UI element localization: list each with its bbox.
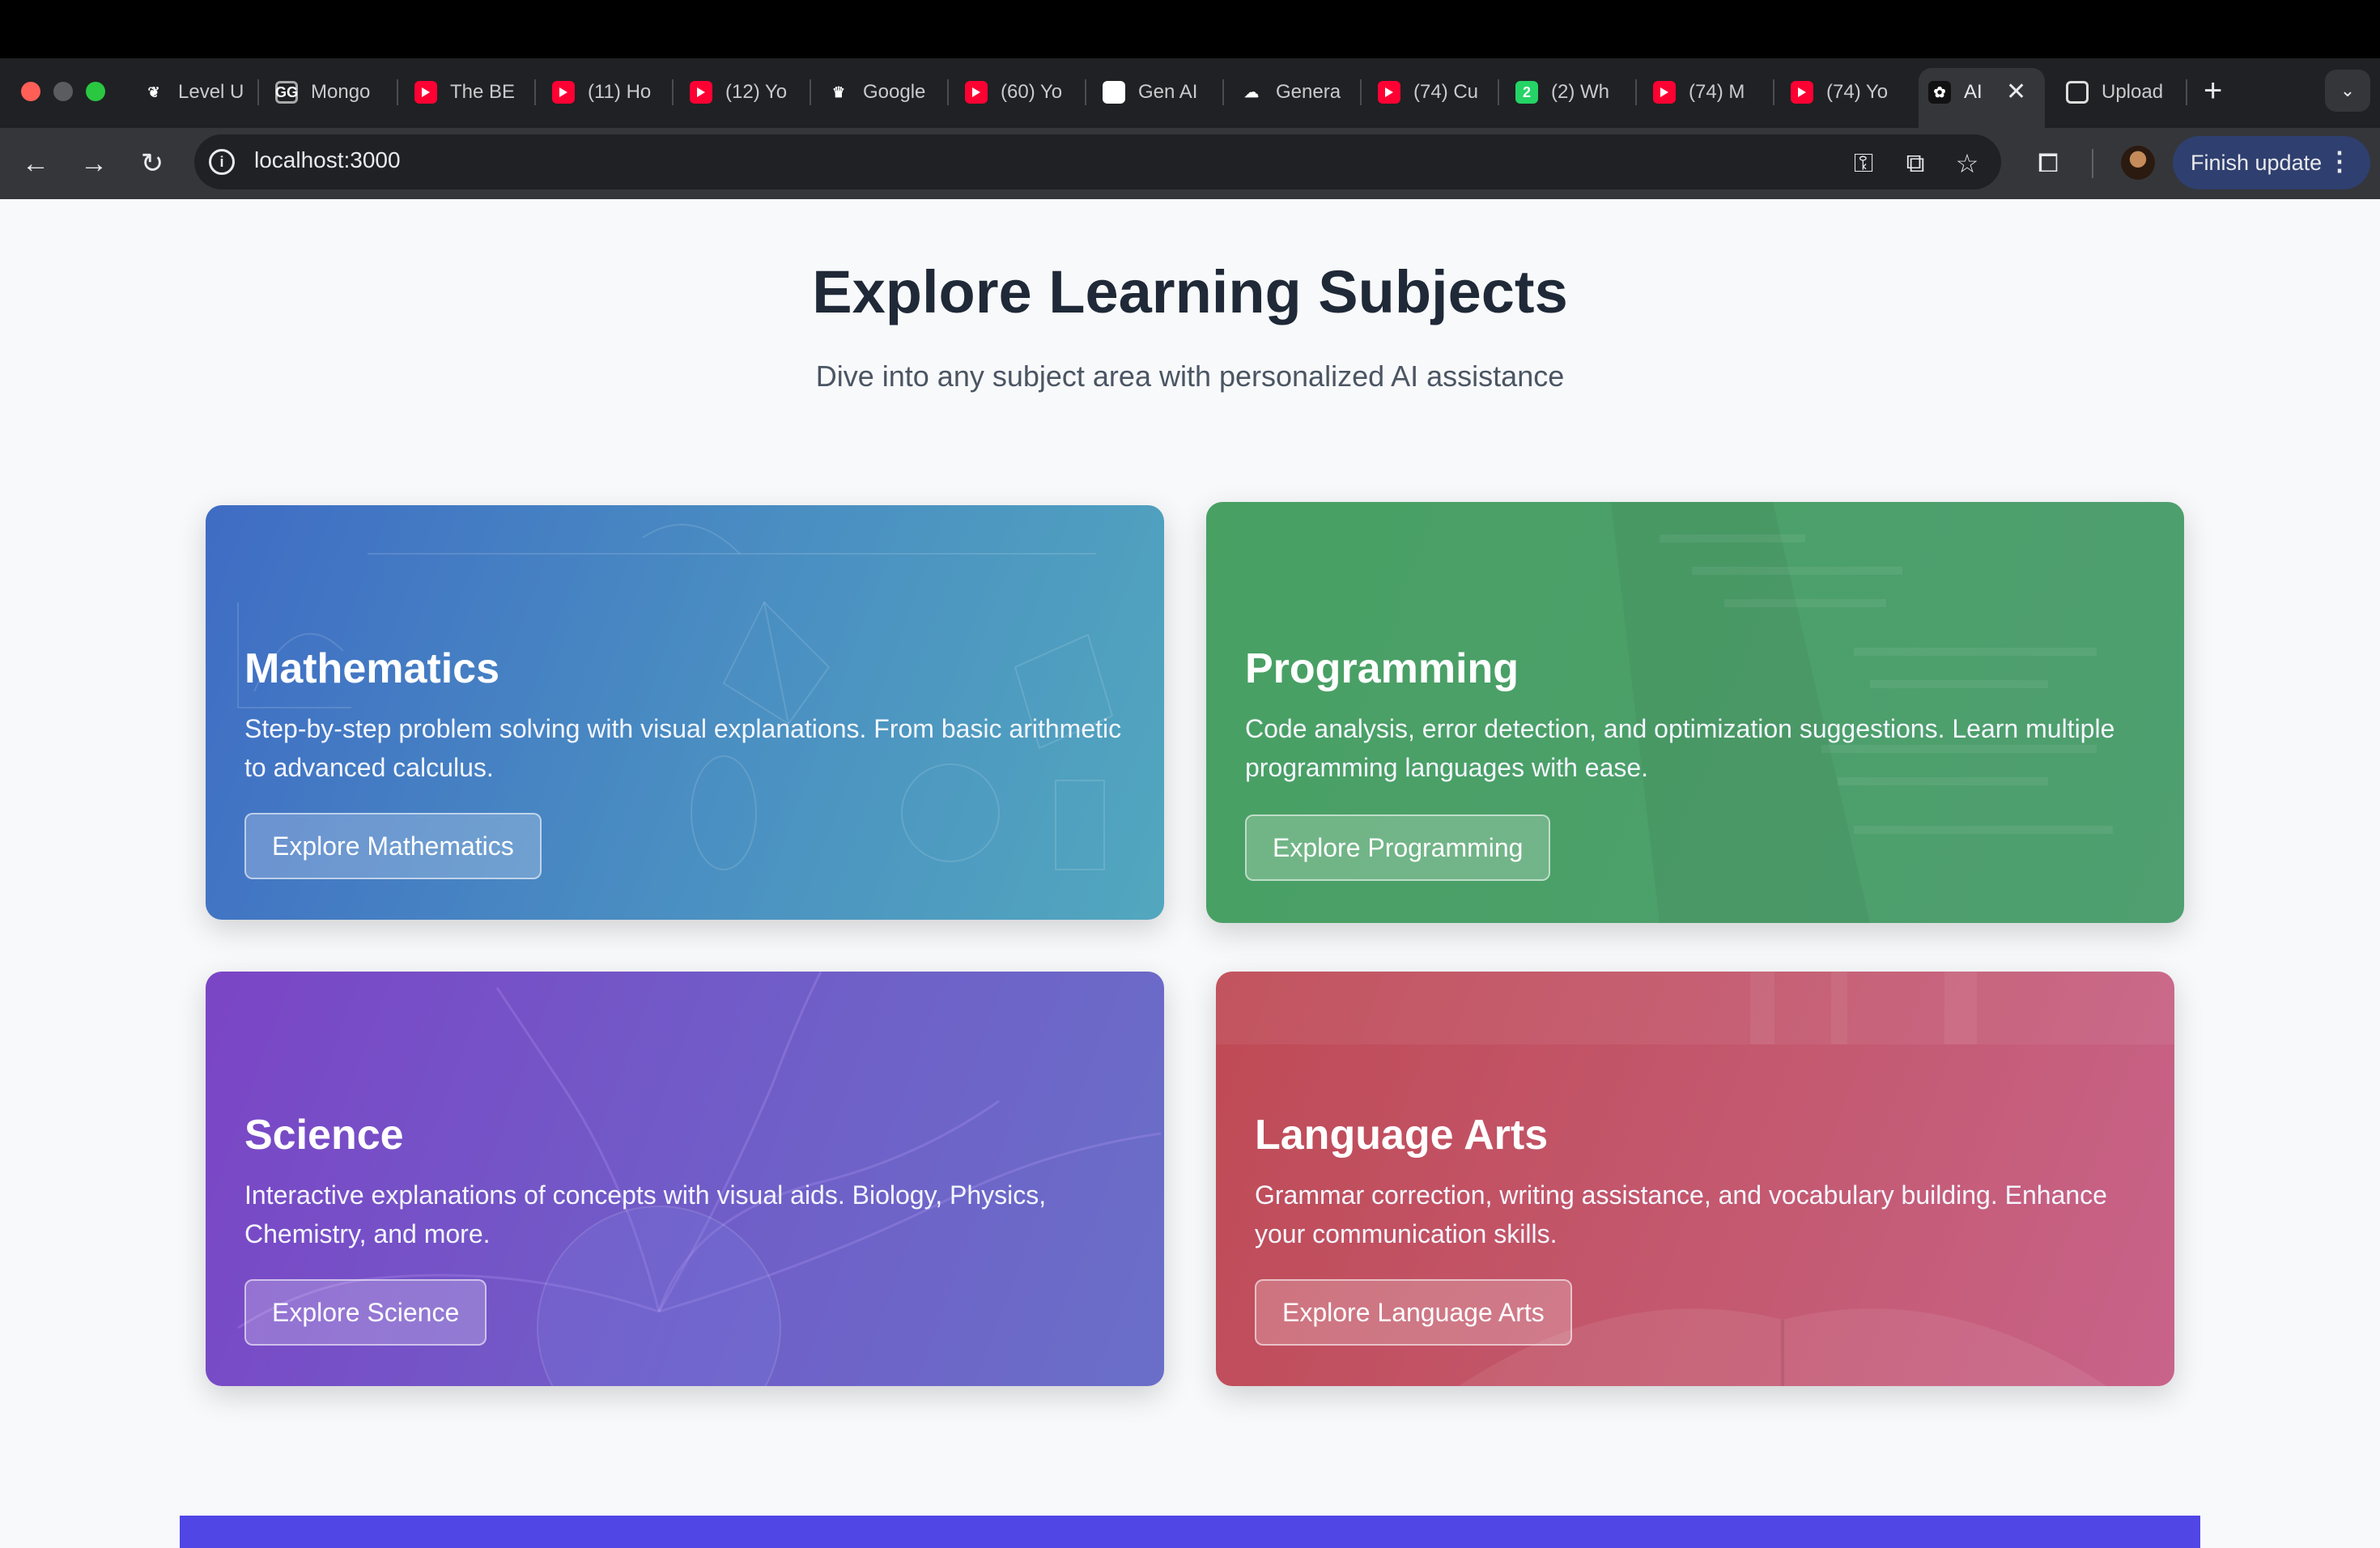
- ai-icon: ✿: [1928, 81, 1951, 104]
- minimize-window-button[interactable]: [53, 82, 73, 101]
- page-subtitle: Dive into any subject area with personal…: [815, 359, 1565, 393]
- tab-separator: [534, 79, 536, 105]
- youtube-icon: [1653, 81, 1676, 104]
- new-tab-plus-icon[interactable]: +: [2204, 71, 2222, 110]
- tab-google[interactable]: ♛ Google: [827, 71, 933, 113]
- card-title: Programming: [1245, 645, 1519, 692]
- tab-upload[interactable]: Upload: [2066, 71, 2179, 113]
- card-title: Language Arts: [1255, 1112, 1549, 1159]
- close-window-button[interactable]: [21, 82, 40, 101]
- tab-separator: [1498, 79, 1499, 105]
- toolbar-separator: [2092, 149, 2093, 178]
- tab-the-be[interactable]: The BE: [414, 71, 520, 113]
- tab-separator: [672, 79, 674, 105]
- youtube-icon: [1791, 81, 1813, 104]
- more-menu-icon[interactable]: ⋮: [2327, 146, 2352, 176]
- card-title: Science: [244, 1112, 404, 1159]
- forward-arrow-icon[interactable]: →: [74, 144, 113, 183]
- youtube-icon: [1378, 81, 1400, 104]
- subject-card-science[interactable]: Science Interactive explanations of conc…: [206, 972, 1164, 1386]
- tab-gen-ai[interactable]: ≡≡ Gen AI: [1103, 71, 1208, 113]
- tab-whatsapp[interactable]: 2 (2) Wh: [1515, 71, 1621, 113]
- explore-programming-button[interactable]: Explore Programming: [1245, 814, 1551, 881]
- tab-separator: [1773, 79, 1774, 105]
- tab-11-ho[interactable]: (11) Ho: [552, 71, 657, 113]
- page-title: Explore Learning Subjects: [812, 258, 1568, 325]
- subject-card-language-arts[interactable]: Language Arts Grammar correction, writin…: [1216, 972, 2174, 1386]
- tab-level-up[interactable]: ❦ Level U: [142, 71, 248, 113]
- finish-update-button[interactable]: Finish update ⋮: [2173, 136, 2370, 189]
- cta-section-top: [180, 1516, 2200, 1548]
- os-menu-bar: [0, 0, 2380, 58]
- crown-icon: ♛: [831, 83, 846, 100]
- card-title: Mathematics: [244, 645, 499, 692]
- tab-12-yo[interactable]: (12) Yo: [690, 71, 795, 113]
- tab-74-yo[interactable]: (74) Yo: [1791, 71, 1896, 113]
- gfg-icon: GG: [275, 81, 298, 104]
- openai-icon: [2066, 81, 2089, 104]
- tab-74-m[interactable]: (74) M: [1653, 71, 1758, 113]
- open-in-app-icon[interactable]: ⧉: [1898, 146, 1933, 181]
- youtube-icon: [690, 81, 712, 104]
- explore-science-button[interactable]: Explore Science: [244, 1279, 487, 1346]
- tab-separator: [810, 79, 811, 105]
- reload-icon[interactable]: ↻: [133, 144, 172, 183]
- tab-separator: [947, 79, 949, 105]
- explore-mathematics-button[interactable]: Explore Mathematics: [244, 813, 542, 879]
- maximize-window-button[interactable]: [86, 82, 105, 101]
- explore-language-arts-button[interactable]: Explore Language Arts: [1255, 1279, 1572, 1346]
- tab-separator: [1635, 79, 1637, 105]
- tab-separator: [397, 79, 398, 105]
- google-cloud-icon: ☁: [1244, 83, 1259, 100]
- close-tab-icon[interactable]: ✕: [2006, 78, 2026, 106]
- tab-search-chevron-icon[interactable]: ⌄: [2325, 70, 2370, 112]
- tab-separator: [257, 79, 259, 105]
- tab-mongo[interactable]: GG Mongo: [275, 71, 389, 113]
- password-key-icon[interactable]: ⚿: [1846, 146, 1881, 181]
- leaf-icon: ❦: [147, 83, 160, 100]
- card-description: Interactive explanations of concepts wit…: [244, 1180, 1047, 1248]
- whatsapp-icon: 2: [1515, 81, 1538, 104]
- youtube-icon: [414, 81, 437, 104]
- tab-separator: [1085, 79, 1086, 105]
- tab-74-cu[interactable]: (74) Cu: [1378, 71, 1483, 113]
- profile-avatar[interactable]: [2121, 146, 2155, 180]
- finish-update-label: Finish update: [2191, 150, 2323, 175]
- card-description: Grammar correction, writing assistance, …: [1255, 1180, 2107, 1248]
- bookmark-star-icon[interactable]: ☆: [1949, 146, 1985, 181]
- tab-separator: [1222, 79, 1224, 105]
- back-arrow-icon[interactable]: ←: [16, 144, 55, 183]
- url-text[interactable]: localhost:3000: [254, 147, 401, 173]
- tab-separator: [2186, 79, 2187, 105]
- youtube-icon: [552, 81, 575, 104]
- card-description: Step-by-step problem solving with visual…: [244, 714, 1122, 782]
- tab-genera[interactable]: ☁ Genera: [1240, 71, 1345, 113]
- card-description: Code analysis, error detection, and opti…: [1245, 714, 2115, 782]
- subject-card-programming[interactable]: Programming Code analysis, error detecti…: [1206, 502, 2184, 923]
- subject-card-mathematics[interactable]: Mathematics Step-by-step problem solving…: [206, 505, 1164, 920]
- address-bar[interactable]: [194, 134, 2001, 189]
- tab-separator: [1360, 79, 1362, 105]
- tab-60-yo[interactable]: (60) Yo: [965, 71, 1070, 113]
- site-info-icon[interactable]: i: [209, 149, 235, 175]
- gen-ai-icon: ≡≡: [1103, 81, 1125, 104]
- extensions-puzzle-icon[interactable]: ⧠: [2030, 146, 2066, 181]
- tab-ai-active[interactable]: ✿ AI: [1928, 71, 2001, 113]
- youtube-icon: [965, 81, 988, 104]
